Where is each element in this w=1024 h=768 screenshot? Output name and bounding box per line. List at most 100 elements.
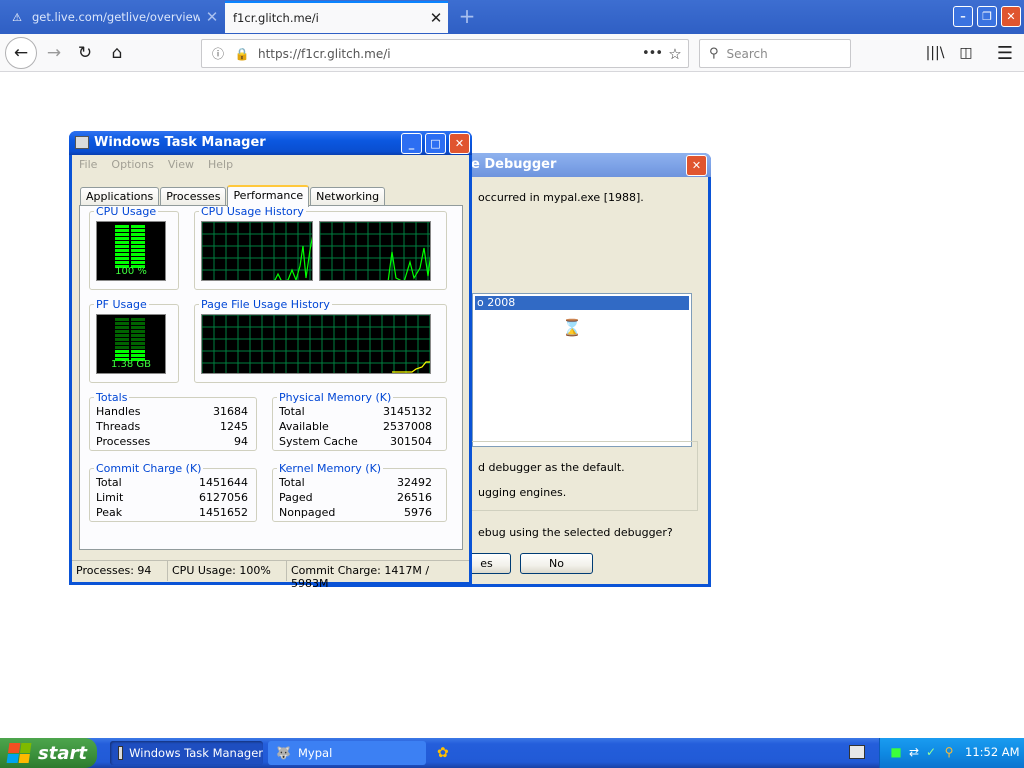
- list-item[interactable]: o 2008: [475, 296, 689, 310]
- library-icon[interactable]: |||\: [921, 39, 949, 67]
- taskbar-button-mypal[interactable]: 🐺 Mypal: [268, 741, 426, 765]
- taskbar-button-task-manager[interactable]: Windows Task Manager: [110, 741, 263, 765]
- hamburger-menu-icon[interactable]: ☰: [991, 39, 1019, 67]
- physical-memory-list: Total 3145132 Available 2537008 System Cac…: [279, 404, 432, 449]
- list-item: Processes 94: [96, 434, 248, 449]
- taskbar-button-label: Mypal: [298, 746, 333, 760]
- restore-button[interactable]: ❐: [977, 6, 997, 27]
- hourglass-cursor-icon: ⌛: [562, 318, 582, 337]
- minimize-button[interactable]: –: [953, 6, 973, 27]
- gauge-segment: [115, 330, 129, 333]
- kernel-value: 5976: [404, 506, 432, 519]
- menu-view[interactable]: View: [161, 155, 201, 175]
- close-icon[interactable]: ✕: [686, 155, 707, 176]
- kernel-label: Paged: [279, 491, 313, 504]
- task-manager-tray-icon[interactable]: ■: [890, 746, 902, 759]
- gauge-segment: [131, 241, 145, 244]
- performance-page: CPU Usage 100 % CPU Usage History PF Usa…: [79, 205, 463, 550]
- status-processes: Processes: 94: [72, 561, 168, 581]
- gauge-segment: [131, 225, 145, 228]
- menu-options[interactable]: Options: [104, 155, 160, 175]
- totals-value: 94: [234, 435, 248, 448]
- sidebar-icon[interactable]: ◫: [952, 39, 980, 67]
- start-button[interactable]: start: [0, 738, 97, 768]
- debugger-option-engines[interactable]: ugging engines.: [478, 486, 566, 499]
- star-icon[interactable]: ☆: [662, 45, 688, 63]
- lock-warning-icon[interactable]: 🔒: [234, 47, 250, 61]
- gauge-segment: [131, 233, 145, 236]
- forward-arrow-icon[interactable]: →: [40, 39, 68, 67]
- gauge-segment: [115, 342, 129, 345]
- url-bar[interactable]: ⓘ 🔒 https://f1cr.glitch.me/i ••• ☆: [201, 39, 689, 68]
- menu-bar: File Options View Help: [72, 155, 469, 175]
- task-manager-tabs: Applications Processes Performance Netwo…: [80, 185, 386, 207]
- gauge-segment: [131, 346, 145, 349]
- debugger-option-default[interactable]: d debugger as the default.: [478, 461, 625, 474]
- totals-value: 31684: [213, 405, 248, 418]
- list-item: Limit 6127056: [96, 490, 248, 505]
- debugger-list[interactable]: o 2008: [472, 293, 692, 447]
- ellipsis-icon[interactable]: •••: [642, 46, 663, 61]
- close-icon[interactable]: ✕: [449, 133, 470, 154]
- search-bar[interactable]: ⚲: [699, 39, 851, 68]
- gauge-segment: [131, 334, 145, 337]
- gauge-segment: [131, 354, 145, 357]
- debugger-options-group: [466, 441, 698, 511]
- url-text[interactable]: https://f1cr.glitch.me/i: [258, 47, 642, 61]
- physical-label: System Cache: [279, 435, 358, 448]
- list-item: Total 32492: [279, 475, 432, 490]
- cpu-usage-bars: [115, 225, 145, 268]
- close-icon[interactable]: ✕: [200, 8, 224, 26]
- tab-processes[interactable]: Processes: [160, 187, 227, 206]
- gauge-segment: [131, 237, 145, 240]
- shield-icon[interactable]: ✓: [925, 746, 937, 759]
- gauge-segment: [115, 326, 129, 329]
- network-icon[interactable]: ⇄: [908, 746, 920, 759]
- mypal-icon: 🐺: [276, 746, 291, 760]
- keyboard-icon[interactable]: [849, 745, 865, 759]
- tab-networking[interactable]: Networking: [310, 187, 386, 206]
- commit-value: 6127056: [199, 491, 248, 504]
- pf-history-group: Page File Usage History: [194, 298, 447, 383]
- reload-icon[interactable]: ↻: [71, 39, 99, 67]
- list-item: Peak 1451652: [96, 505, 248, 520]
- no-button[interactable]: No: [520, 553, 593, 574]
- maximize-button[interactable]: □: [425, 133, 446, 154]
- totals-value: 1245: [220, 420, 248, 433]
- kernel-memory-list: Total 32492 Paged 26516 Nonpaged 5976: [279, 475, 432, 520]
- gauge-segment: [131, 326, 145, 329]
- search-input[interactable]: [726, 46, 837, 61]
- menu-help[interactable]: Help: [201, 155, 240, 175]
- minimize-button[interactable]: _: [401, 133, 422, 154]
- tab-label: get.live.com/getlive/overview: [32, 10, 200, 24]
- plus-icon[interactable]: +: [455, 5, 479, 29]
- home-icon[interactable]: ⌂: [103, 39, 131, 67]
- search-tray-icon[interactable]: ⚲: [943, 746, 955, 759]
- tab-glitch[interactable]: f1cr.glitch.me/i ✕: [225, 1, 448, 33]
- pf-usage-value: 1.38 GB: [110, 359, 152, 370]
- kernel-value: 26516: [397, 491, 432, 504]
- browser-tab-bar: ⚠ get.live.com/getlive/overview ✕ f1cr.g…: [0, 0, 1024, 34]
- info-icon[interactable]: ⓘ: [210, 45, 226, 62]
- cpu-usage-value: 100 %: [115, 266, 147, 277]
- task-manager-title-bar[interactable]: Windows Task Manager _ □ ✕: [69, 131, 472, 155]
- menu-file[interactable]: File: [72, 155, 104, 175]
- tab-getlive[interactable]: ⚠ get.live.com/getlive/overview ✕: [0, 1, 224, 33]
- tab-performance[interactable]: Performance: [227, 185, 310, 207]
- back-arrow-icon[interactable]: ←: [5, 37, 37, 69]
- gauge-segment: [115, 257, 129, 260]
- cpu-history-graph-2: [319, 221, 431, 281]
- gauge-segment: [115, 261, 129, 264]
- tab-applications[interactable]: Applications: [80, 187, 160, 206]
- close-icon[interactable]: ✕: [424, 9, 448, 27]
- quick-launch-icon[interactable]: ✿: [437, 745, 449, 761]
- commit-label: Total: [96, 476, 122, 489]
- cpu-history-group: CPU Usage History: [194, 205, 447, 290]
- gauge-segment: [115, 334, 129, 337]
- commit-charge-list: Total 1451644 Limit 6127056 Peak 1451652: [96, 475, 248, 520]
- search-icon: ⚲: [709, 46, 719, 61]
- close-window-button[interactable]: ✕: [1001, 6, 1021, 27]
- taskbar-button-label: Windows Task Manager: [129, 746, 263, 760]
- list-item: Available 2537008: [279, 419, 432, 434]
- list-item: Handles 31684: [96, 404, 248, 419]
